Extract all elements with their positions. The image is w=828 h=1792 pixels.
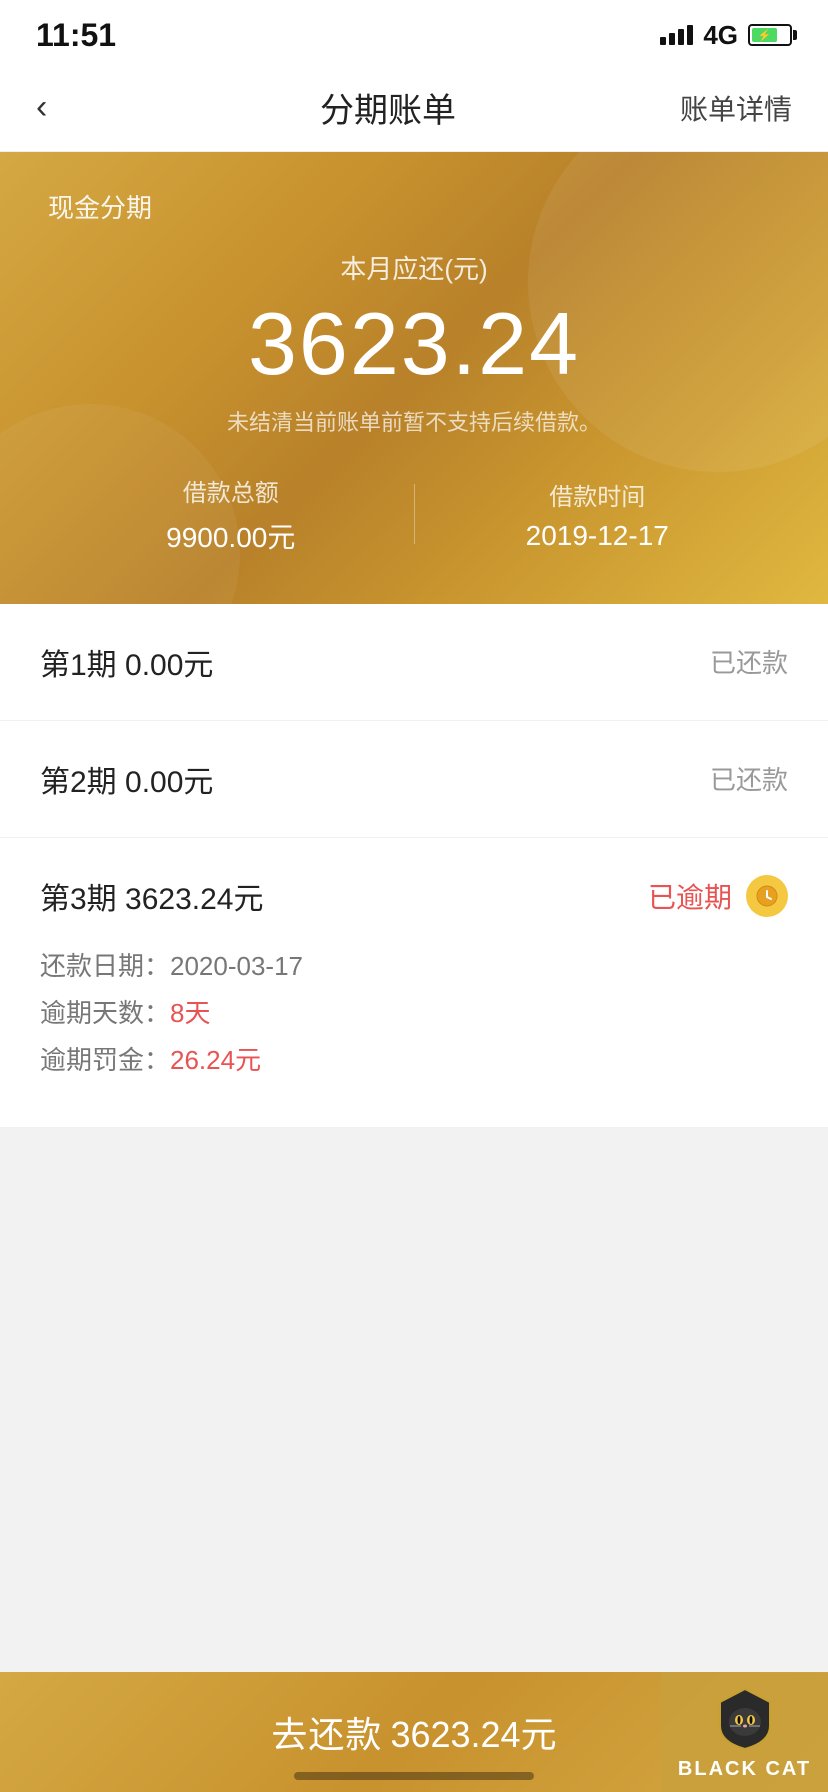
gray-area	[0, 1128, 828, 1468]
hero-banner: 现金分期 本月应还(元) 3623.24 未结清当前账单前暂不支持后续借款。 借…	[0, 152, 828, 604]
installment-title-3: 第3期 3623.24元	[40, 874, 263, 918]
product-label: 现金分期	[48, 188, 780, 225]
repay-date-label: 还款日期：	[40, 951, 170, 981]
installment-list: 第1期 0.00元 已还款 第2期 0.00元 已还款 第3期 3623.24元…	[0, 604, 828, 1128]
overdue-fine-value: 26.24元	[170, 1045, 261, 1075]
overdue-days-value: 8天	[170, 998, 210, 1028]
loan-date-info: 借款时间 2019-12-17	[415, 477, 781, 552]
overdue-badge-icon	[746, 875, 788, 917]
loan-date-label: 借款时间	[415, 477, 781, 512]
installment-row-1: 第1期 0.00元 已还款	[40, 640, 788, 684]
installment-item-2: 第2期 0.00元 已还款	[0, 721, 828, 838]
installment-status-3: 已逾期	[648, 876, 732, 916]
installment-row-3: 第3期 3623.24元 已逾期	[40, 874, 788, 918]
hero-notice: 未结清当前账单前暂不支持后续借款。	[48, 405, 780, 437]
signal-bars-icon	[660, 25, 693, 45]
battery-icon: ⚡	[748, 24, 792, 46]
loan-amount-value: 9900.00元	[48, 516, 414, 556]
black-cat-logo-icon	[710, 1684, 780, 1754]
installment-title-1: 第1期 0.00元	[40, 640, 213, 684]
overdue-fine-label: 逾期罚金：	[40, 1045, 170, 1075]
network-label: 4G	[703, 20, 738, 51]
home-indicator	[294, 1772, 534, 1780]
overdue-days-row: 逾期天数：8天	[40, 993, 788, 1030]
pay-amount: 3623.24元	[390, 1706, 556, 1758]
month-label: 本月应还(元)	[48, 249, 780, 286]
black-cat-text: BLACK CAT	[678, 1758, 811, 1781]
installment-status-1: 已还款	[710, 643, 788, 680]
loan-date-value: 2019-12-17	[415, 520, 781, 552]
overdue-fine-row: 逾期罚金：26.24元	[40, 1040, 788, 1077]
hero-info-row: 借款总额 9900.00元 借款时间 2019-12-17	[48, 473, 780, 556]
nav-bar: ‹ 分期账单 账单详情	[0, 64, 828, 152]
installment-title-2: 第2期 0.00元	[40, 757, 213, 801]
detail-button[interactable]: 账单详情	[680, 88, 792, 128]
loan-amount-label: 借款总额	[48, 473, 414, 508]
repay-date-value: 2020-03-17	[170, 951, 303, 981]
hero-amount: 3623.24	[48, 296, 780, 393]
status-bar: 11:51 4G ⚡	[0, 0, 828, 64]
installment-row-2: 第2期 0.00元 已还款	[40, 757, 788, 801]
loan-amount-info: 借款总额 9900.00元	[48, 473, 414, 556]
installment-item-3: 第3期 3623.24元 已逾期 还款日期：2020-03-17 逾期天数：8天…	[0, 838, 828, 1128]
pay-label: 去还款	[271, 1706, 382, 1758]
black-cat-watermark: BLACK CAT	[661, 1673, 828, 1792]
back-button[interactable]: ‹	[36, 88, 96, 127]
overdue-days-label: 逾期天数：	[40, 998, 170, 1028]
status-time: 11:51	[36, 17, 116, 54]
repay-date-row: 还款日期：2020-03-17	[40, 946, 788, 983]
installment-item-1: 第1期 0.00元 已还款	[0, 604, 828, 721]
overdue-details: 还款日期：2020-03-17 逾期天数：8天 逾期罚金：26.24元	[40, 946, 788, 1077]
status-icons: 4G ⚡	[660, 20, 792, 51]
page-title: 分期账单	[320, 83, 456, 132]
installment-status-2: 已还款	[710, 760, 788, 797]
